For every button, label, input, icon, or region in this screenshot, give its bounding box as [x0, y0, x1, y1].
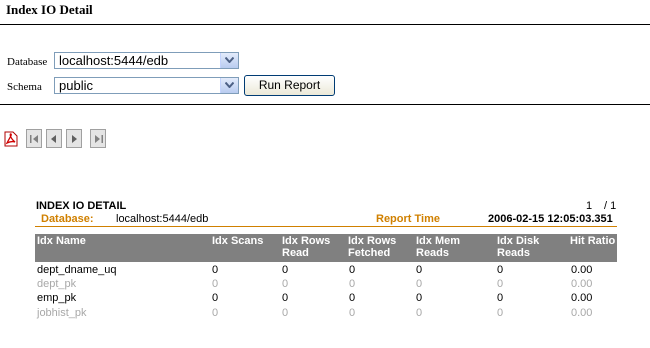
- schema-label: Schema: [7, 81, 42, 93]
- chevron-down-icon[interactable]: [220, 53, 238, 68]
- column-header: Idx Scans: [212, 235, 264, 247]
- idx-disk-reads: 0: [497, 264, 504, 276]
- report-time-label: Report Time: [376, 213, 440, 225]
- database-label: Database: [7, 56, 48, 68]
- idx-scans: 0: [212, 292, 219, 304]
- column-header: Idx Disk Reads: [497, 235, 540, 259]
- first-page-button[interactable]: [26, 129, 42, 148]
- idx-name: dept_dname_uq: [37, 264, 117, 276]
- last-page-icon: [94, 135, 103, 143]
- idx-scans: 0: [212, 264, 219, 276]
- idx-rows-fetched: 0: [349, 307, 356, 319]
- idx-rows-read: 0: [282, 264, 289, 276]
- idx-rows-read: 0: [282, 278, 289, 290]
- idx-scans: 0: [212, 307, 219, 319]
- idx-scans: 0: [212, 278, 219, 290]
- schema-select[interactable]: public: [54, 77, 239, 94]
- column-header: Idx Rows Fetched: [348, 235, 397, 259]
- idx-mem-reads: 0: [416, 307, 423, 319]
- idx-name: jobhist_pk: [37, 307, 87, 319]
- idx-name: emp_pk: [37, 292, 77, 304]
- idx-disk-reads: 0: [497, 307, 504, 319]
- column-header: Hit Ratio: [570, 235, 616, 247]
- idx-disk-reads: 0: [497, 292, 504, 304]
- column-header: Idx Mem Reads: [416, 235, 461, 259]
- hit-ratio: 0.00: [571, 307, 593, 319]
- idx-rows-fetched: 0: [349, 292, 356, 304]
- next-page-button[interactable]: [66, 129, 82, 148]
- pdf-export-icon[interactable]: [4, 131, 18, 147]
- idx-name: dept_pk: [37, 278, 77, 290]
- page-current: 1: [586, 200, 593, 212]
- column-header: Idx Rows Read: [282, 235, 331, 259]
- database-info-value: localhost:5444/edb: [116, 213, 209, 225]
- hit-ratio: 0.00: [571, 278, 593, 290]
- table-header: Idx Name Idx Scans Idx Rows Read Idx Row…: [35, 234, 617, 262]
- hit-ratio: 0.00: [571, 292, 593, 304]
- chevron-down-icon[interactable]: [220, 78, 238, 93]
- title-divider: [0, 24, 650, 25]
- idx-rows-fetched: 0: [349, 278, 356, 290]
- idx-mem-reads: 0: [416, 292, 423, 304]
- database-select-value: localhost:5444/edb: [59, 53, 169, 68]
- report-info-divider: [35, 226, 617, 227]
- schema-select-value: public: [59, 78, 93, 93]
- database-select[interactable]: localhost:5444/edb: [54, 52, 239, 69]
- idx-mem-reads: 0: [416, 278, 423, 290]
- previous-page-icon: [51, 135, 56, 143]
- previous-page-button[interactable]: [46, 129, 62, 148]
- idx-rows-fetched: 0: [349, 264, 356, 276]
- report-heading: INDEX IO DETAIL: [36, 200, 127, 212]
- page-title: Index IO Detail: [6, 2, 93, 17]
- database-info-label: Database:: [41, 213, 94, 225]
- idx-disk-reads: 0: [497, 278, 504, 290]
- page-total: / 1: [604, 200, 617, 212]
- idx-mem-reads: 0: [416, 264, 423, 276]
- last-page-button[interactable]: [90, 129, 106, 148]
- idx-rows-read: 0: [282, 307, 289, 319]
- column-header: Idx Name: [37, 235, 86, 247]
- next-page-icon: [72, 135, 77, 143]
- form-divider: [0, 104, 650, 105]
- idx-rows-read: 0: [282, 292, 289, 304]
- hit-ratio: 0.00: [571, 264, 593, 276]
- report-time-value: 2006-02-15 12:05:03.351: [488, 213, 613, 225]
- run-report-button[interactable]: Run Report: [244, 75, 335, 96]
- first-page-icon: [29, 135, 38, 143]
